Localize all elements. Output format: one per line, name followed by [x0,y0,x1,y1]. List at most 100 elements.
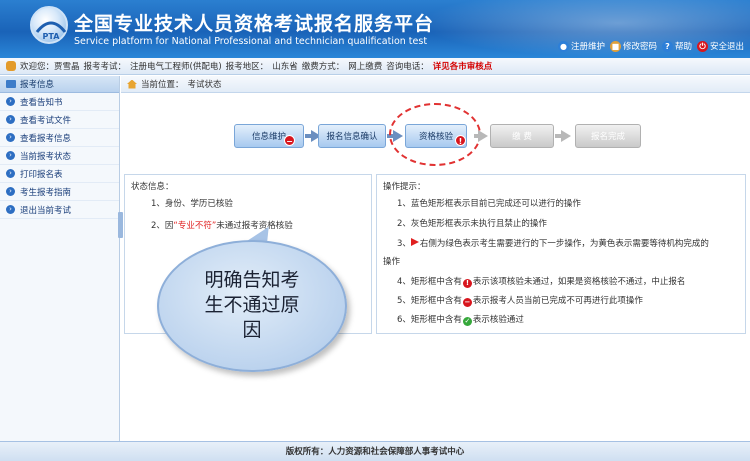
status-line-1: 1、身份、学历已核验 [151,199,233,209]
sidebar-item-view-notice[interactable]: › 查看告知书 [0,93,119,111]
step-fail-icon: − [284,135,295,146]
sidebar-item-view-documents[interactable]: › 查看考试文件 [0,111,119,129]
region-label: 报考地区： [225,62,269,72]
lock-icon: ■ [609,40,621,52]
step-label: 信息维护 [251,132,286,142]
callout-text: 明确告知考 生不通过原 因 [175,268,329,343]
user-info-bar: 欢迎您：贾雪晶 报考考试： 注册电气工程师(供配电) 报考地区： 山东省 缴费方… [0,58,750,75]
hint-line-4-prefix: 4、矩形框中含有 [397,277,462,287]
site-title: 全国专业技术人员资格考试报名服务平台 [74,13,435,35]
change-password-label: 修改密码 [622,42,657,52]
operation-hints-panel: 操作提示： 1、蓝色矩形框表示目前已完成还可以进行的操作 2、灰色矩形框表示未执… [376,174,746,334]
arrow-circle-icon: › [6,133,15,142]
top-links: ● 注册维护 ■ 修改密码 ? 帮助 ⏻ 安全退出 [557,40,744,52]
step-label: 报名完成 [590,132,625,142]
callout-line-2: 生不通过原 [204,294,300,316]
step-label: 报名信息确认 [326,132,378,142]
hint-line-2: 2、灰色矩形框表示未执行且禁止的操作 [397,219,547,229]
hint-line-6-prefix: 6、矩形框中含有 [397,315,462,325]
arrow-circle-icon: › [6,205,15,214]
region-value: 山东省 [272,62,298,72]
callout-line-1: 明确告知考 [204,269,300,291]
exam-label: 报考考试： [83,62,127,72]
header-banner: PTA 全国专业技术人员资格考试报名服务平台 Service platform … [0,0,750,58]
home-icon [127,79,137,89]
help-link[interactable]: ? 帮助 [661,40,692,52]
step-payment: 缴 费 [490,124,554,148]
sidebar-item-print-form[interactable]: › 打印报名表 [0,165,119,183]
sidebar-item-label: 退出当前考试 [20,205,72,216]
change-password-link[interactable]: ■ 修改密码 [609,40,657,52]
status-panel-title: 状态信息： [131,182,174,192]
sidebar-heading-label: 报考信息 [20,80,55,90]
step-label: 缴 费 [512,132,532,142]
hint-line-6-text: 表示核验通过 [472,315,524,325]
sidebar-item-label: 查看考试文件 [20,115,72,126]
logout-label: 安全退出 [709,42,744,52]
welcome-text: 欢迎您：贾雪晶 [20,62,80,72]
phone-label: 咨询电话： [386,62,429,72]
sidebar-item-guide[interactable]: › 考生报考指南 [0,183,119,201]
sidebar-item-label: 打印报名表 [20,169,63,180]
pay-value: 网上缴费 [348,62,383,72]
fail-badge-icon: ! [462,279,472,288]
check-badge-icon: ✓ [462,317,472,326]
hint-line-3-continued: 操作 [383,257,401,267]
step-arrow-icon [478,130,488,142]
register-maintenance-link[interactable]: ● 注册维护 [557,40,605,52]
sidebar-item-label: 考生报考指南 [20,187,72,198]
sidebar-item-current-status[interactable]: › 当前报考状态 [0,147,119,165]
site-subtitle: Service platform for National Profession… [74,36,428,47]
sidebar-item-view-registration[interactable]: › 查看报考信息 [0,129,119,147]
highlight-ring [389,103,481,166]
monitor-icon [6,80,16,88]
status-line-2-prefix: 2、因 [151,221,174,231]
hint-line-3-number: 3、 [397,239,411,249]
breadcrumb: 当前位置： 考试状态 [121,76,750,93]
pta-logo: PTA [30,6,68,44]
sidebar-heading: 报考信息 [0,76,119,93]
sidebar-item-label: 查看告知书 [20,97,63,108]
hint-line-4-text: 表示该项核验未通过，如果是资格核验不通过，中止报名 [472,277,686,287]
help-label: 帮助 [674,42,692,52]
pay-label: 缴费方式： [301,62,345,72]
hint-line-6: 6、矩形框中含有 ✓ 表示核验通过 [397,313,524,326]
hint-line-3: 3、 右侧为绿色表示考生需要进行的下一步操作，为黄色表示需要等待机构完成的 [397,237,709,249]
logout-link[interactable]: ⏻ 安全退出 [696,40,744,52]
hint-line-1: 1、蓝色矩形框表示目前已完成还可以进行的操作 [397,199,581,209]
breadcrumb-current: 考试状态 [187,80,222,90]
pta-logo-icon: PTA [35,21,67,41]
arrow-circle-icon: › [6,151,15,160]
breadcrumb-label: 当前位置： [141,80,184,90]
hint-line-4: 4、矩形框中含有! 表示该项核验未通过，如果是资格核验不通过，中止报名 [397,275,685,288]
hint-line-5-prefix: 5、矩形框中含有 [397,296,462,306]
step-registration-complete: 报名完成 [575,124,641,148]
red-arrow-icon [410,238,419,246]
arrow-circle-icon: › [6,97,15,106]
hint-line-3-text: 右侧为绿色表示考生需要进行的下一步操作，为黄色表示需要等待机构完成的 [419,239,709,249]
sidebar-item-exit-exam[interactable]: › 退出当前考试 [0,201,119,219]
sidebar-collapse-handle[interactable] [118,212,123,238]
sidebar-item-label: 查看报考信息 [20,133,72,144]
sidebar-item-label: 当前报考状态 [20,151,72,162]
step-confirm-info[interactable]: 报名信息确认 [318,124,386,148]
phone-value: 详见各市审核点 [432,62,493,72]
sidebar: 报考信息 › 查看告知书 › 查看考试文件 › 查看报考信息 › 当前报考状态 … [0,76,120,441]
arrow-circle-icon: › [6,187,15,196]
step-arrow-icon [561,130,571,142]
power-icon: ⏻ [696,40,708,52]
register-icon: ● [557,40,569,52]
svg-text:PTA: PTA [43,32,61,41]
user-icon [6,61,16,71]
arrow-circle-icon: › [6,115,15,124]
hint-line-5-text: 表示报考人员当前已完成不可再进行此项操作 [472,296,643,306]
exam-value: 注册电气工程师(供配电) [130,62,222,72]
register-maintenance-label: 注册维护 [570,42,605,52]
help-icon: ? [661,40,673,52]
minus-badge-icon: − [462,298,472,307]
callout-line-3: 因 [242,319,262,341]
copyright-text: 版权所有：人力资源和社会保障部人事考试中心 [285,447,465,457]
footer: 版权所有：人力资源和社会保障部人事考试中心 [0,441,750,461]
hint-line-5: 5、矩形框中含有 − 表示报考人员当前已完成不可再进行此项操作 [397,294,643,307]
status-reason-highlight: “专业不符” [173,221,217,231]
